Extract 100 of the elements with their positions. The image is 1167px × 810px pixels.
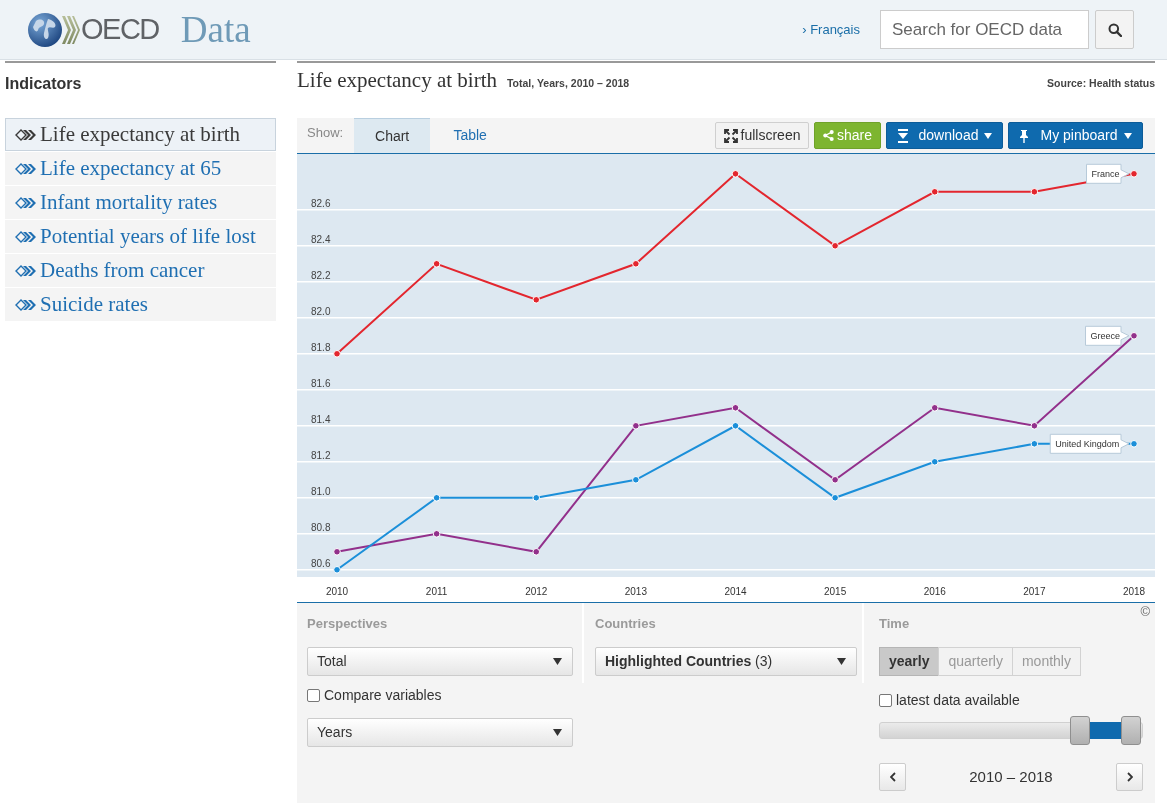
sidebar-item[interactable]: Infant mortality rates [5,186,276,219]
sidebar-item[interactable]: Potential years of life lost [5,220,276,253]
checkbox-label: latest data available [896,690,1020,710]
data-point [1130,440,1138,448]
dropdown[interactable]: Total [307,647,573,676]
search-field[interactable]: Search for OECD data [880,10,1089,49]
axis-label: 2017 [1023,586,1046,597]
double-chevron-icon [15,298,37,311]
axis-label: 2015 [824,586,847,597]
series-label: Greece [1090,330,1121,341]
share-icon [823,130,834,141]
copyright-symbol: © [1140,604,1150,620]
data-point [532,296,541,304]
axis-label: 82.0 [311,305,331,317]
sidebar-item[interactable]: Deaths from cancer [5,254,276,287]
axis-label: 82.2 [311,269,331,281]
data-point [432,260,441,268]
section-title: Countries [595,616,657,632]
axis-label: 2014 [724,586,747,597]
double-chevron-icon [15,264,37,277]
data-point [333,548,341,556]
slider-handle[interactable] [1069,716,1090,745]
checkbox[interactable] [879,693,892,707]
sidebar-item[interactable]: Life expectancy at birth [5,118,276,151]
checkbox-label: Compare variables [324,685,442,705]
caret-icon [1123,132,1132,139]
axis-label: 2016 [923,586,946,597]
section-title: Perspectives [307,616,389,632]
language-link[interactable]: › Français [802,19,860,40]
dropdown[interactable]: Years [307,718,573,747]
globe-logo-icon [28,11,80,48]
previous-button[interactable] [879,763,906,791]
axis-label: 2011 [425,586,448,597]
download-icon [896,128,909,143]
view-tab[interactable]: Table [430,118,511,153]
axis-label: 82.6 [311,197,331,209]
pin-icon [1019,128,1030,143]
pinboard-button[interactable]: My pinboard [1008,122,1143,149]
data-point [731,404,740,412]
indicator-title: Life expectancy at birth [297,68,497,92]
axis-label: 80.8 [311,521,331,533]
logo-text: OECD [81,15,159,44]
search-button[interactable] [1095,10,1134,49]
checkbox[interactable] [307,688,320,702]
axis-label: 2018 [1122,586,1146,597]
site-name: Data [180,11,251,48]
view-tab[interactable]: Chart [354,118,431,153]
caret-icon [837,658,846,665]
axis-label: 81.0 [311,485,331,497]
show-label: Show: [306,123,345,142]
data-point [831,476,839,484]
next-button[interactable] [1116,763,1143,791]
axis-label: 2013 [624,586,647,597]
chevron-right-icon [1126,772,1133,782]
double-chevron-icon [15,196,37,209]
double-chevron-icon [15,230,37,243]
fullscreen-icon [723,128,738,143]
data-point [632,476,640,484]
axis-label: 81.4 [311,413,331,425]
caret-icon [553,658,562,665]
indicator-subtitle: Total, Years, 2010 – 2018 [507,76,630,91]
data-point [1030,440,1039,448]
data-point [1030,188,1039,196]
axis-label: 2012 [525,586,548,597]
frequency-tab[interactable]: monthly [1011,647,1081,676]
axis-label: 80.6 [311,557,331,569]
data-point [1130,170,1138,178]
data-point [731,170,740,178]
time-range-label: 2010 – 2018 [968,766,1054,787]
data-point [532,548,541,556]
slider-handle[interactable] [1121,716,1142,745]
source-text: Source: Health status [1047,76,1155,91]
frequency-tab[interactable]: quarterly [938,647,1013,676]
series-label: United Kingdom [1049,433,1130,454]
axis-label: 81.8 [311,341,331,353]
sidebar-item[interactable]: Suicide rates [5,288,276,321]
frequency-tab[interactable]: yearly [879,647,940,676]
axis-label: 2010 [325,586,349,597]
sidebar-title: Indicators [5,74,83,94]
data-point [632,260,640,268]
series-label: France [1091,168,1120,179]
series-label: United Kingdom [1055,438,1120,449]
download-button[interactable]: download [886,122,1003,149]
double-chevron-icon [15,128,37,141]
fullscreen-button[interactable]: fullscreen [715,122,809,149]
caret-icon [984,132,993,139]
sidebar-item[interactable]: Life expectancy at 65 [5,152,276,185]
axis-label: 81.6 [311,377,331,389]
double-chevron-icon [15,162,37,175]
data-point [930,404,939,412]
section-title: Time [879,616,911,632]
caret-icon [553,729,562,736]
chevron-left-icon [889,772,896,782]
data-point [930,188,939,196]
dropdown[interactable]: Highlighted Countries (3) [595,647,857,676]
axis-label: 82.4 [311,233,331,245]
data-point [1130,332,1138,340]
range-slider[interactable] [879,716,1143,745]
axis-label: 81.2 [311,449,331,461]
search-icon [1107,22,1122,37]
